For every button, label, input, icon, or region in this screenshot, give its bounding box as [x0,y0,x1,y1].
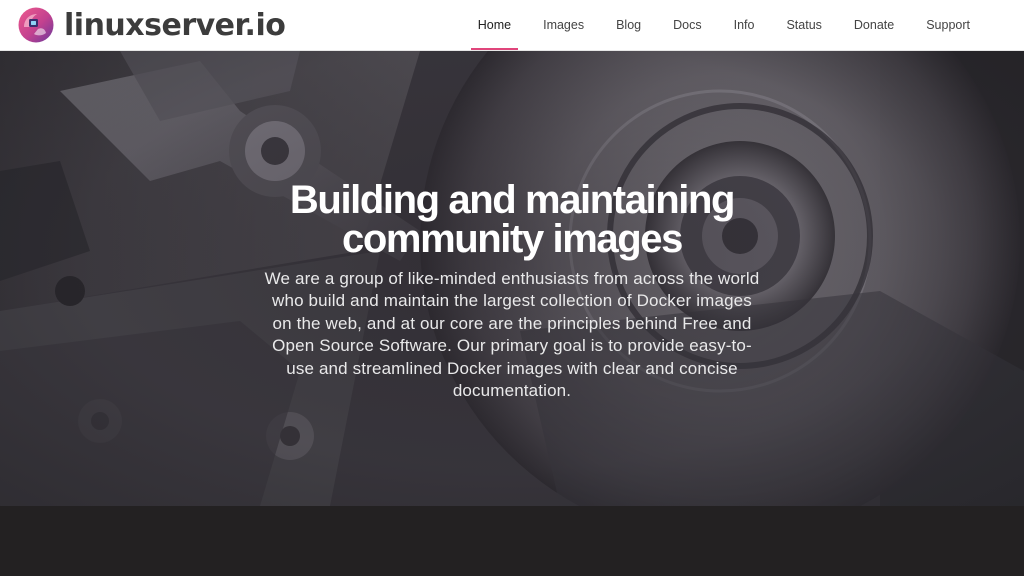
content-section [0,506,1024,576]
nav-donate[interactable]: Donate [838,0,910,51]
hero-section: Building and maintaining community image… [0,51,1024,506]
linuxserver-logo-icon [18,7,54,43]
hero-title: Building and maintaining community image… [289,178,736,261]
top-navbar: linuxserver.io Home Images Blog Docs Inf… [0,0,1024,51]
nav-support[interactable]: Support [910,0,986,51]
main-nav: Home Images Blog Docs Info Status Donate… [462,0,986,51]
brand-home-link[interactable]: linuxserver.io [18,0,286,51]
nav-blog[interactable]: Blog [600,0,657,51]
nav-status[interactable]: Status [770,0,837,51]
nav-home[interactable]: Home [462,0,527,51]
nav-info[interactable]: Info [718,0,771,51]
hero-description: We are a group of like-minded enthusiast… [264,269,760,401]
nav-images[interactable]: Images [527,0,600,51]
nav-docs[interactable]: Docs [657,0,717,51]
brand-name: linuxserver.io [64,7,286,43]
